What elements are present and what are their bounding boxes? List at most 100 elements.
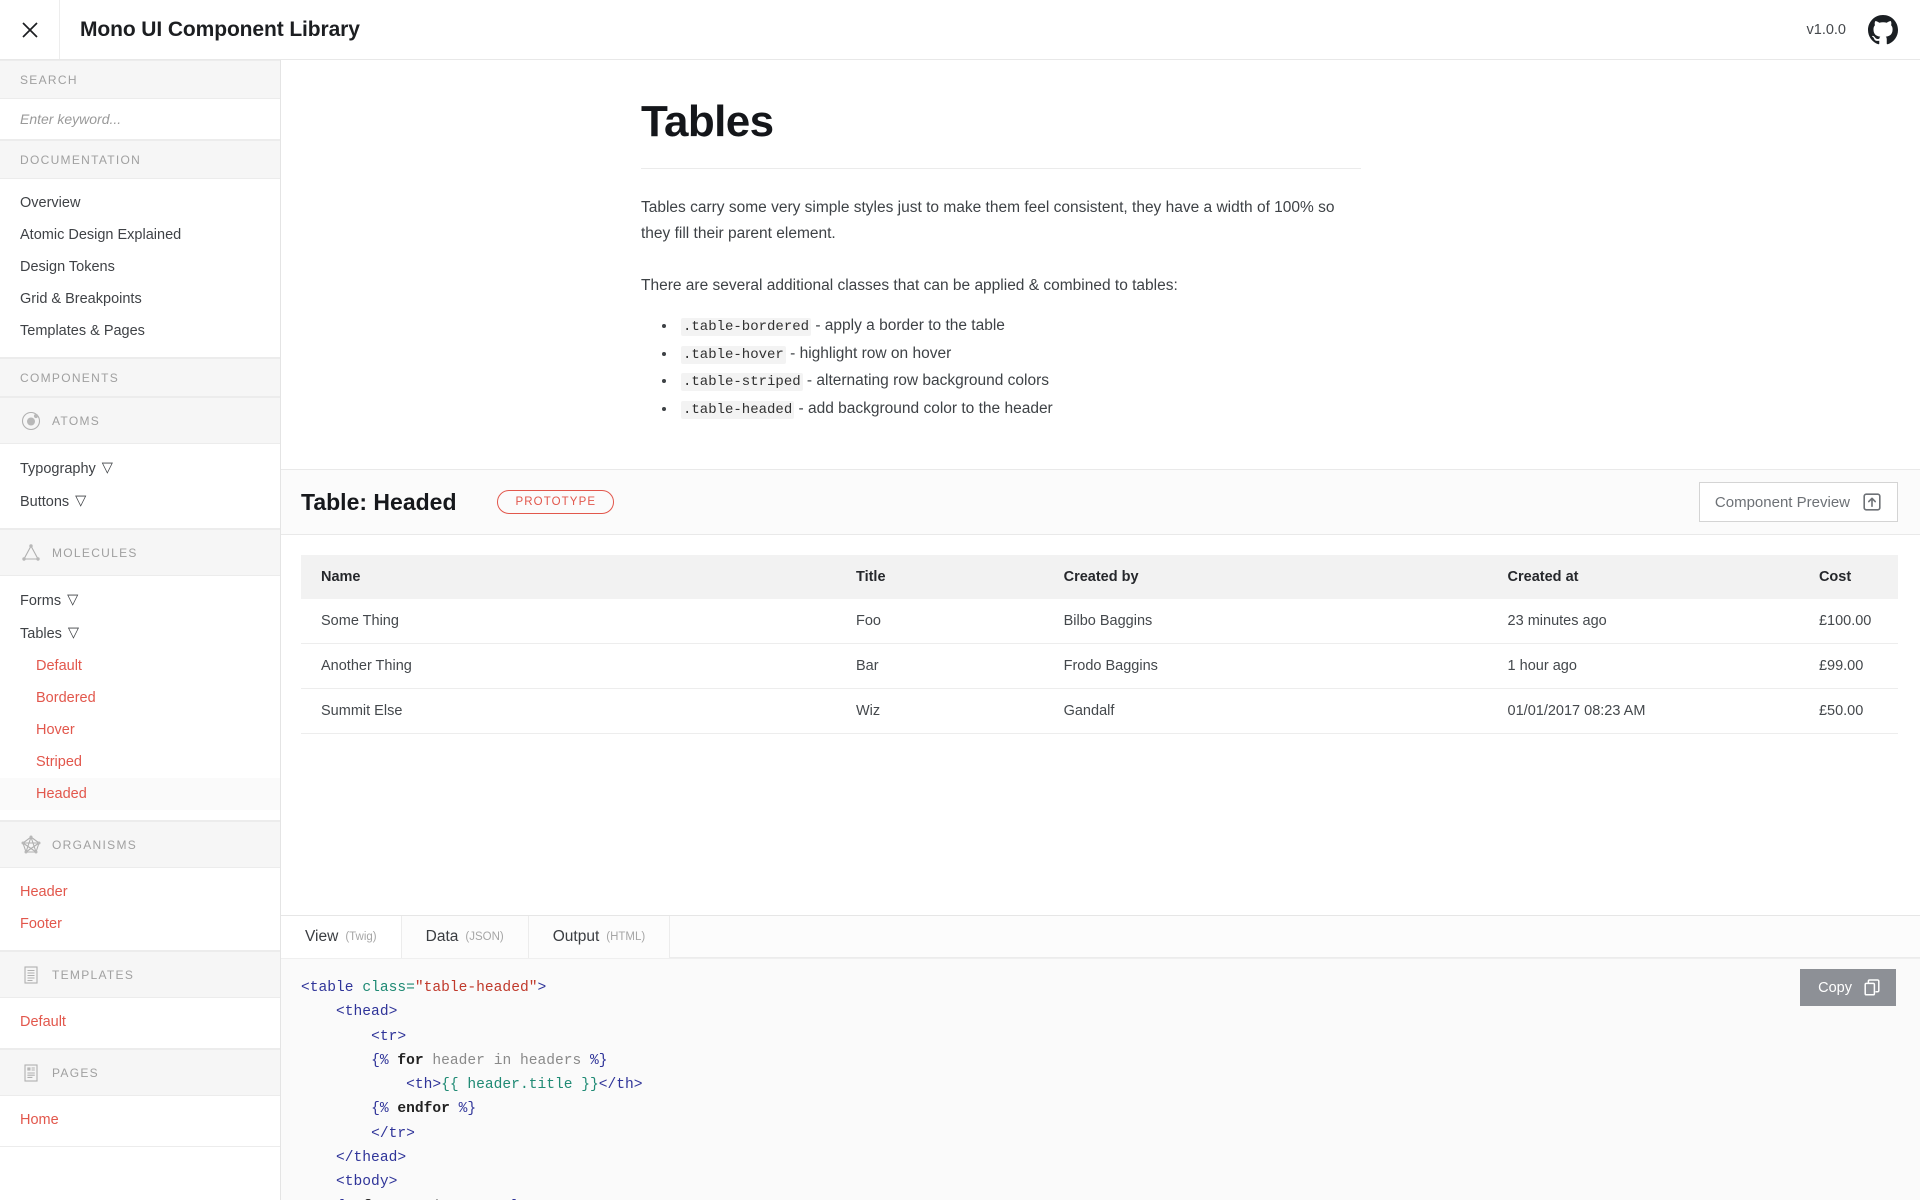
component-preview-button[interactable]: Component Preview — [1699, 482, 1898, 522]
app-root: Mono UI Component Library v1.0.0 SEARCH … — [0, 0, 1920, 1200]
sidebar-group-atoms: Typography ▽ Buttons▽ — [0, 444, 280, 529]
sidebar-item-tables-hover[interactable]: Hover — [0, 714, 280, 746]
cell-created-by: Frodo Baggins — [1044, 644, 1488, 689]
column-header-created-by: Created by — [1044, 555, 1488, 599]
organism-icon — [20, 834, 42, 856]
component-header: Table: Headed PROTOTYPE Component Previe… — [281, 469, 1920, 535]
chevron-down-icon: ▽ — [102, 458, 113, 478]
sidebar-heading-templates: TEMPLATES — [0, 951, 280, 998]
cell-name: Summit Else — [301, 689, 836, 734]
atom-icon — [20, 410, 42, 432]
top-bar-right: v1.0.0 — [1807, 15, 1920, 45]
tab-bar: View (Twig) Data (JSON) Output (HTML) — [281, 916, 1920, 958]
tab-data-label: Data — [426, 928, 459, 946]
main-scroll-area: Tables Tables carry some very simple sty… — [281, 60, 1920, 915]
page-title: Tables — [641, 98, 1361, 169]
cell-created-at: 01/01/2017 08:23 AM — [1488, 689, 1799, 734]
sidebar-group-molecules: Forms ▽ Tables ▽ Default Bordered Hover St… — [0, 576, 280, 821]
cell-cost: £50.00 — [1799, 689, 1898, 734]
tab-view-label: View — [305, 928, 338, 946]
documentation-inner: Tables Tables carry some very simple sty… — [281, 98, 1920, 423]
sidebar-item-typography[interactable]: Typography ▽ — [0, 452, 280, 485]
close-icon — [20, 20, 40, 40]
sidebar-item-tables-striped[interactable]: Striped — [0, 746, 280, 778]
documentation-section: Tables Tables carry some very simple sty… — [281, 60, 1920, 423]
sidebar-item-footer[interactable]: Footer — [0, 908, 280, 940]
list-item: .table-bordered - apply a border to the … — [677, 313, 1920, 341]
table-row: Another Thing Bar Frodo Baggins 1 hour a… — [301, 644, 1898, 689]
sidebar-heading-molecules-label: MOLECULES — [52, 546, 138, 560]
class-name-code: .table-hover — [681, 346, 786, 364]
class-list: .table-bordered - apply a border to the … — [641, 313, 1920, 423]
bottom-panel: View (Twig) Data (JSON) Output (HTML) <t… — [281, 915, 1920, 1200]
search-input[interactable] — [20, 111, 260, 127]
github-icon[interactable] — [1868, 15, 1898, 45]
tab-output[interactable]: Output (HTML) — [529, 916, 671, 958]
sidebar-heading-atoms-label: ATOMS — [52, 414, 100, 428]
sidebar-item-header[interactable]: Header — [0, 876, 280, 908]
search-field-wrap[interactable] — [0, 99, 280, 140]
sidebar-item-typography-label: Typography — [20, 461, 96, 477]
chevron-down-icon: ▽ — [68, 623, 79, 643]
sidebar-item-templates-pages[interactable]: Templates & Pages — [0, 315, 280, 347]
sidebar: SEARCH DOCUMENTATION Overview Atomic Des… — [0, 60, 281, 1200]
sidebar-item-tables-headed[interactable]: Headed — [0, 778, 280, 810]
sidebar-heading-organisms: ORGANISMS — [0, 821, 280, 868]
component-preview-label: Component Preview — [1715, 494, 1850, 511]
sidebar-item-forms[interactable]: Forms ▽ — [0, 584, 280, 617]
sidebar-item-grid-breakpoints[interactable]: Grid & Breakpoints — [0, 283, 280, 315]
class-desc: - add background color to the header — [794, 400, 1053, 417]
copy-button-label: Copy — [1818, 980, 1852, 996]
close-button[interactable] — [0, 0, 60, 59]
body-split: SEARCH DOCUMENTATION Overview Atomic Des… — [0, 60, 1920, 1200]
column-header-title: Title — [836, 555, 1044, 599]
copy-button[interactable]: Copy — [1800, 969, 1896, 1006]
sidebar-item-home[interactable]: Home — [0, 1104, 280, 1136]
tab-data-sub: (JSON) — [465, 931, 503, 943]
sidebar-heading-templates-label: TEMPLATES — [52, 968, 134, 982]
cell-cost: £100.00 — [1799, 599, 1898, 644]
list-item: .table-hover - highlight row on hover — [677, 341, 1920, 369]
sidebar-item-atomic-design-explained[interactable]: Atomic Design Explained — [0, 219, 280, 251]
sidebar-heading-search: SEARCH — [0, 60, 280, 99]
chevron-down-icon: ▽ — [67, 590, 78, 610]
tab-data[interactable]: Data (JSON) — [402, 916, 529, 958]
sidebar-item-design-tokens[interactable]: Design Tokens — [0, 251, 280, 283]
popout-icon — [1862, 492, 1882, 512]
cell-created-at: 23 minutes ago — [1488, 599, 1799, 644]
cell-cost: £99.00 — [1799, 644, 1898, 689]
molecule-icon — [20, 542, 42, 564]
list-item: .table-headed - add background color to … — [677, 396, 1920, 424]
cell-title: Foo — [836, 599, 1044, 644]
sidebar-item-overview[interactable]: Overview — [0, 187, 280, 219]
sidebar-item-forms-label: Forms — [20, 593, 61, 609]
cell-created-by: Gandalf — [1044, 689, 1488, 734]
sidebar-group-templates: Default — [0, 998, 280, 1049]
sidebar-item-tables[interactable]: Tables ▽ — [0, 617, 280, 650]
sidebar-heading-documentation: DOCUMENTATION — [0, 140, 280, 179]
sidebar-group-pages: Home — [0, 1096, 280, 1147]
tab-view[interactable]: View (Twig) — [281, 916, 402, 958]
sidebar-item-tables-bordered[interactable]: Bordered — [0, 682, 280, 714]
sidebar-group-organisms: Header Footer — [0, 868, 280, 951]
component-title: Table: Headed — [301, 489, 457, 516]
sidebar-group-documentation: Overview Atomic Design Explained Design … — [0, 179, 280, 358]
sidebar-heading-molecules: MOLECULES — [0, 529, 280, 576]
cell-name: Some Thing — [301, 599, 836, 644]
code-viewer[interactable]: <table class="table-headed"> <thead> <tr… — [281, 958, 1920, 1200]
sidebar-heading-atoms: ATOMS — [0, 397, 280, 444]
sidebar-item-templates-default[interactable]: Default — [0, 1006, 280, 1038]
cell-created-by: Bilbo Baggins — [1044, 599, 1488, 644]
table-row: Some Thing Foo Bilbo Baggins 23 minutes … — [301, 599, 1898, 644]
sidebar-item-tables-default[interactable]: Default — [0, 650, 280, 682]
copy-icon — [1863, 978, 1882, 997]
cell-title: Bar — [836, 644, 1044, 689]
status-badge[interactable]: PROTOTYPE — [497, 490, 615, 514]
demo-table: Name Title Created by Created at Cost So… — [301, 555, 1898, 734]
column-header-created-at: Created at — [1488, 555, 1799, 599]
sidebar-item-tables-label: Tables — [20, 626, 62, 642]
sidebar-item-buttons[interactable]: Buttons▽ — [0, 485, 280, 518]
class-desc: - apply a border to the table — [811, 317, 1005, 334]
top-bar: Mono UI Component Library v1.0.0 — [0, 0, 1920, 60]
column-header-cost: Cost — [1799, 555, 1898, 599]
